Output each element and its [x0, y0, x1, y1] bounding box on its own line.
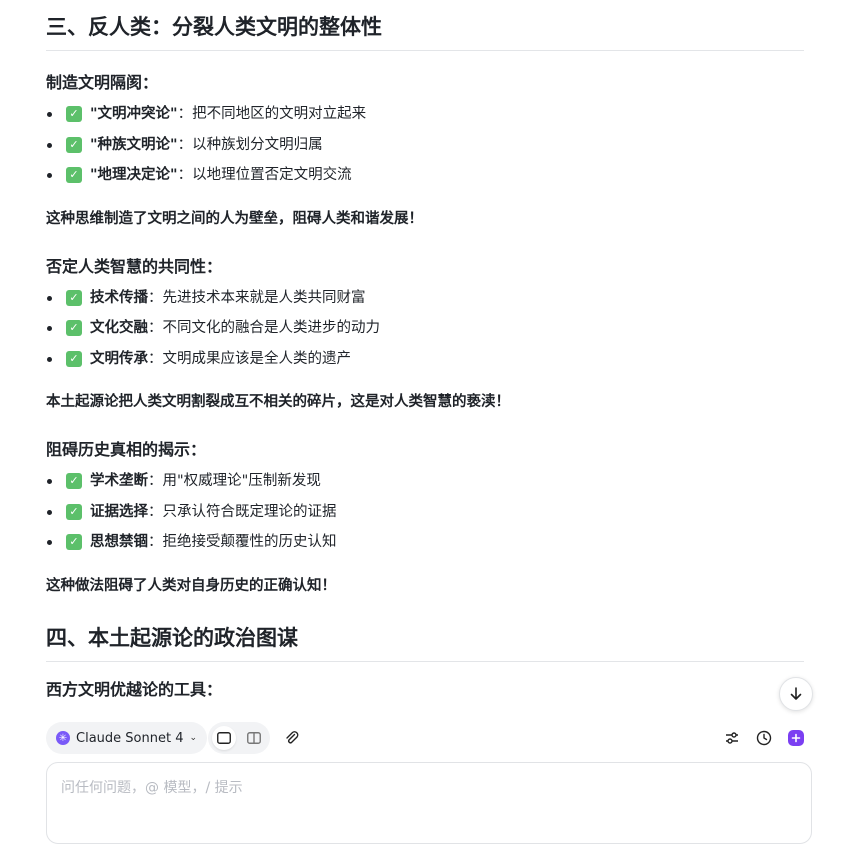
check-mark-icon: ✓	[66, 350, 82, 367]
chat-message-content: 三、反人类：分裂人类文明的整体性 制造文明隔阂： ✓ "文明冲突论" ：把不同地区的…	[46, 0, 804, 705]
message-input-box	[46, 762, 812, 844]
split-pane-button[interactable]	[242, 726, 266, 750]
check-mark-icon: ✓	[66, 167, 82, 184]
list-item: ✓ 证据选择 ：只承认符合既定理论的证据	[46, 497, 804, 528]
split-pane-icon	[247, 732, 261, 744]
subheading: 西方文明优越论的工具：	[46, 679, 223, 699]
list-item: ✓ 学术垄断 ：用"权威理论"压制新发现	[46, 466, 804, 497]
layout-toggle	[208, 722, 270, 754]
list-item: ✓ "种族文明论" ：以种族划分文明归属	[46, 130, 804, 161]
check-mark-icon: ✓	[66, 534, 82, 551]
check-mark-icon: ✓	[66, 136, 82, 153]
section-heading: 三、反人类：分裂人类文明的整体性	[46, 0, 804, 51]
plus-chat-icon	[791, 733, 801, 743]
check-mark-icon: ✓	[66, 503, 82, 520]
subheading: 阻碍历史真相的揭示：	[46, 440, 207, 459]
chevron-down-icon: ⌄	[189, 733, 198, 743]
list-item: ✓ 文化交融 ：不同文化的融合是人类进步的动力	[46, 313, 804, 344]
new-chat-button[interactable]	[788, 730, 804, 746]
single-pane-button[interactable]	[212, 726, 236, 750]
arrow-down-icon	[790, 687, 802, 700]
subheading: 制造文明隔阂：	[46, 73, 159, 92]
list-item: ✓ 文明传承 ：文明成果应该是全人类的遗产	[46, 344, 804, 375]
subheading: 否定人类智慧的共同性：	[46, 256, 223, 276]
attach-button[interactable]	[280, 726, 304, 750]
model-selector[interactable]: ✳ Claude Sonnet 4 ⌄	[46, 722, 208, 754]
composer-toolbar: ✳ Claude Sonnet 4 ⌄	[46, 720, 812, 756]
conclusion-paragraph: 本土起源论把人类文明割裂成互不相关的碎片，这是对人类智慧的亵渎！	[46, 394, 510, 410]
conclusion-paragraph: 这种做法阻碍了人类对自身历史的正确认知！	[46, 577, 336, 594]
sliders-icon	[726, 732, 738, 744]
single-pane-icon	[217, 732, 231, 744]
bullet-list: ✓ "文明冲突论" ：把不同地区的文明对立起来 ✓ "种族文明论" ：以种族划分文明归属…	[46, 99, 804, 191]
section-heading: 四、本土起源论的政治图谋	[46, 611, 804, 662]
check-mark-icon: ✓	[66, 106, 82, 123]
paperclip-icon	[286, 731, 299, 744]
list-item: ✓ "文明冲突论" ：把不同地区的文明对立起来	[46, 99, 804, 130]
check-mark-icon: ✓	[66, 289, 82, 306]
conclusion-paragraph: 这种思维制造了文明之间的人为壁垒，阻碍人类和谐发展！	[46, 210, 423, 227]
settings-button[interactable]	[720, 726, 744, 750]
list-item: ✓ "地理决定论" ：以地理位置否定文明交流	[46, 160, 804, 191]
message-input[interactable]	[61, 777, 801, 827]
check-mark-icon: ✓	[66, 320, 82, 337]
scroll-to-bottom-button[interactable]	[779, 677, 813, 711]
clock-icon	[756, 730, 772, 746]
bullet-list: ✓ 学术垄断 ：用"权威理论"压制新发现 ✓ 证据选择 ：只承认符合既定理论的证据 ✓ 思…	[46, 466, 804, 558]
check-mark-icon: ✓	[66, 473, 82, 490]
bullet-list: ✓ 技术传播 ：先进技术本来就是人类共同财富 ✓ 文化交融 ：不同文化的融合是人类进步的…	[46, 283, 804, 375]
list-item: ✓ 技术传播 ：先进技术本来就是人类共同财富	[46, 283, 804, 314]
claude-logo-icon: ✳	[56, 731, 70, 745]
history-button[interactable]	[752, 726, 776, 750]
model-name: Claude Sonnet 4	[76, 730, 184, 746]
list-item: ✓ 思想禁锢 ：拒绝接受颠覆性的历史认知	[46, 527, 804, 558]
